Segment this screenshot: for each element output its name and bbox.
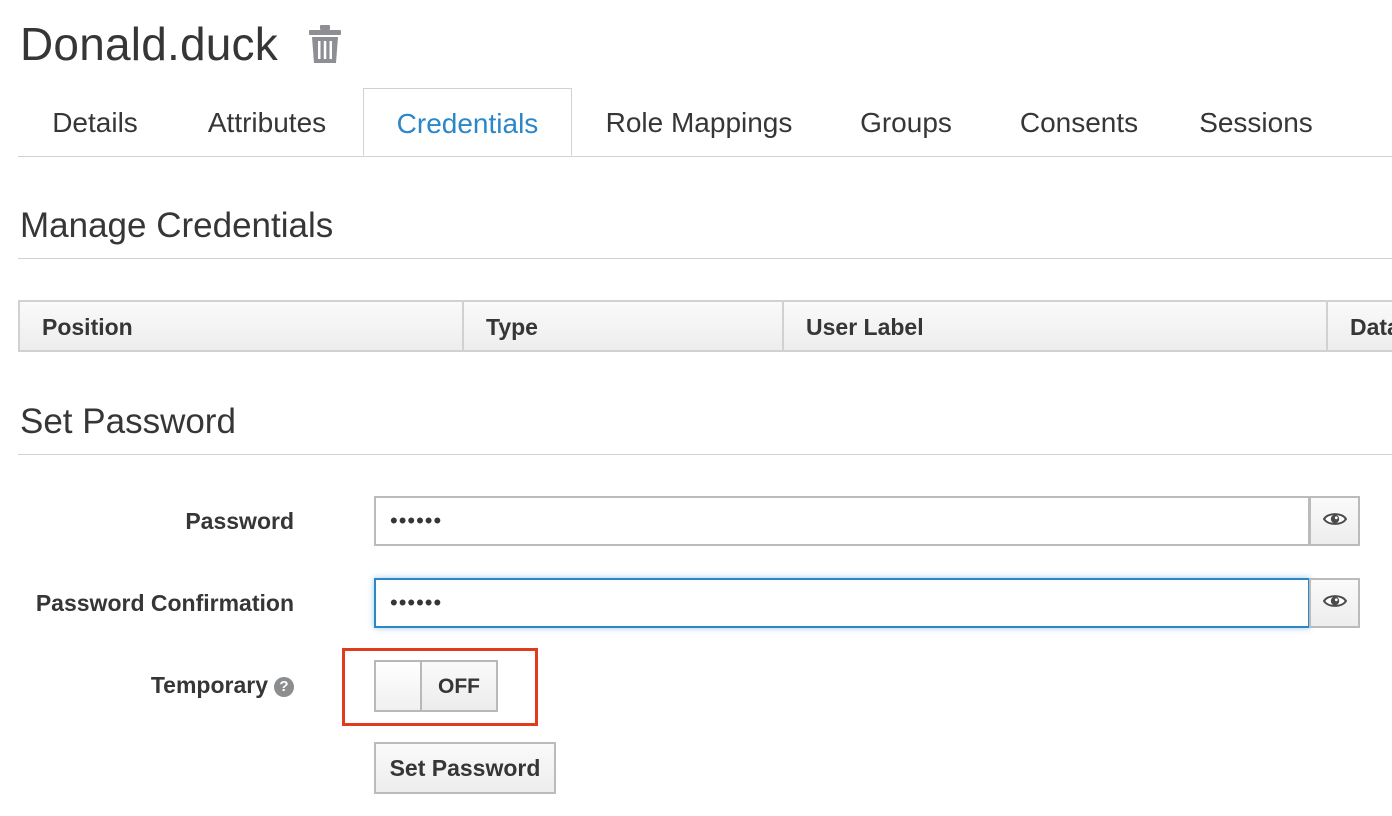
tab-role-mappings[interactable]: Role Mappings [596, 88, 802, 156]
manage-credentials-heading: Manage Credentials [20, 206, 334, 245]
trash-icon[interactable] [308, 23, 342, 65]
tab-attributes[interactable]: Attributes [190, 88, 344, 156]
toggle-knob[interactable] [376, 662, 422, 710]
password-label: Password [185, 508, 294, 534]
column-header-type[interactable]: Type [464, 302, 784, 350]
temporary-label-row: Temporary? [20, 672, 294, 699]
set-password-heading: Set Password [20, 402, 236, 441]
page-title: Donald.duck [20, 18, 278, 70]
credentials-table-header: Position Type User Label Data [18, 300, 1392, 352]
eye-icon [1322, 511, 1347, 532]
column-header-position[interactable]: Position [20, 302, 464, 350]
column-header-data[interactable]: Data [1328, 302, 1392, 350]
tab-groups[interactable]: Groups [850, 88, 962, 156]
column-header-user-label[interactable]: User Label [784, 302, 1328, 350]
password-input[interactable]: •••••• [374, 496, 1310, 546]
toggle-state-text: OFF [438, 675, 480, 698]
eye-icon [1322, 593, 1347, 614]
show-confirmation-button[interactable] [1309, 578, 1360, 628]
tab-bar: Details Attributes Credentials Role Mapp… [18, 88, 1392, 157]
set-password-button[interactable]: Set Password [374, 742, 556, 794]
title-row: Donald.duck [20, 14, 342, 74]
password-confirmation-input[interactable]: •••••• [374, 578, 1310, 628]
password-confirmation-label: Password Confirmation [35, 590, 294, 616]
divider [18, 454, 1392, 455]
tab-credentials[interactable]: Credentials [363, 88, 572, 156]
tab-consents[interactable]: Consents [1006, 88, 1152, 156]
temporary-label: Temporary [150, 672, 268, 698]
question-circle-icon[interactable]: ? [274, 677, 294, 697]
divider [18, 258, 1392, 259]
tab-sessions[interactable]: Sessions [1192, 88, 1320, 156]
show-password-button[interactable] [1309, 496, 1360, 546]
temporary-toggle[interactable]: OFF [374, 660, 498, 712]
tab-details[interactable]: Details [32, 88, 158, 156]
